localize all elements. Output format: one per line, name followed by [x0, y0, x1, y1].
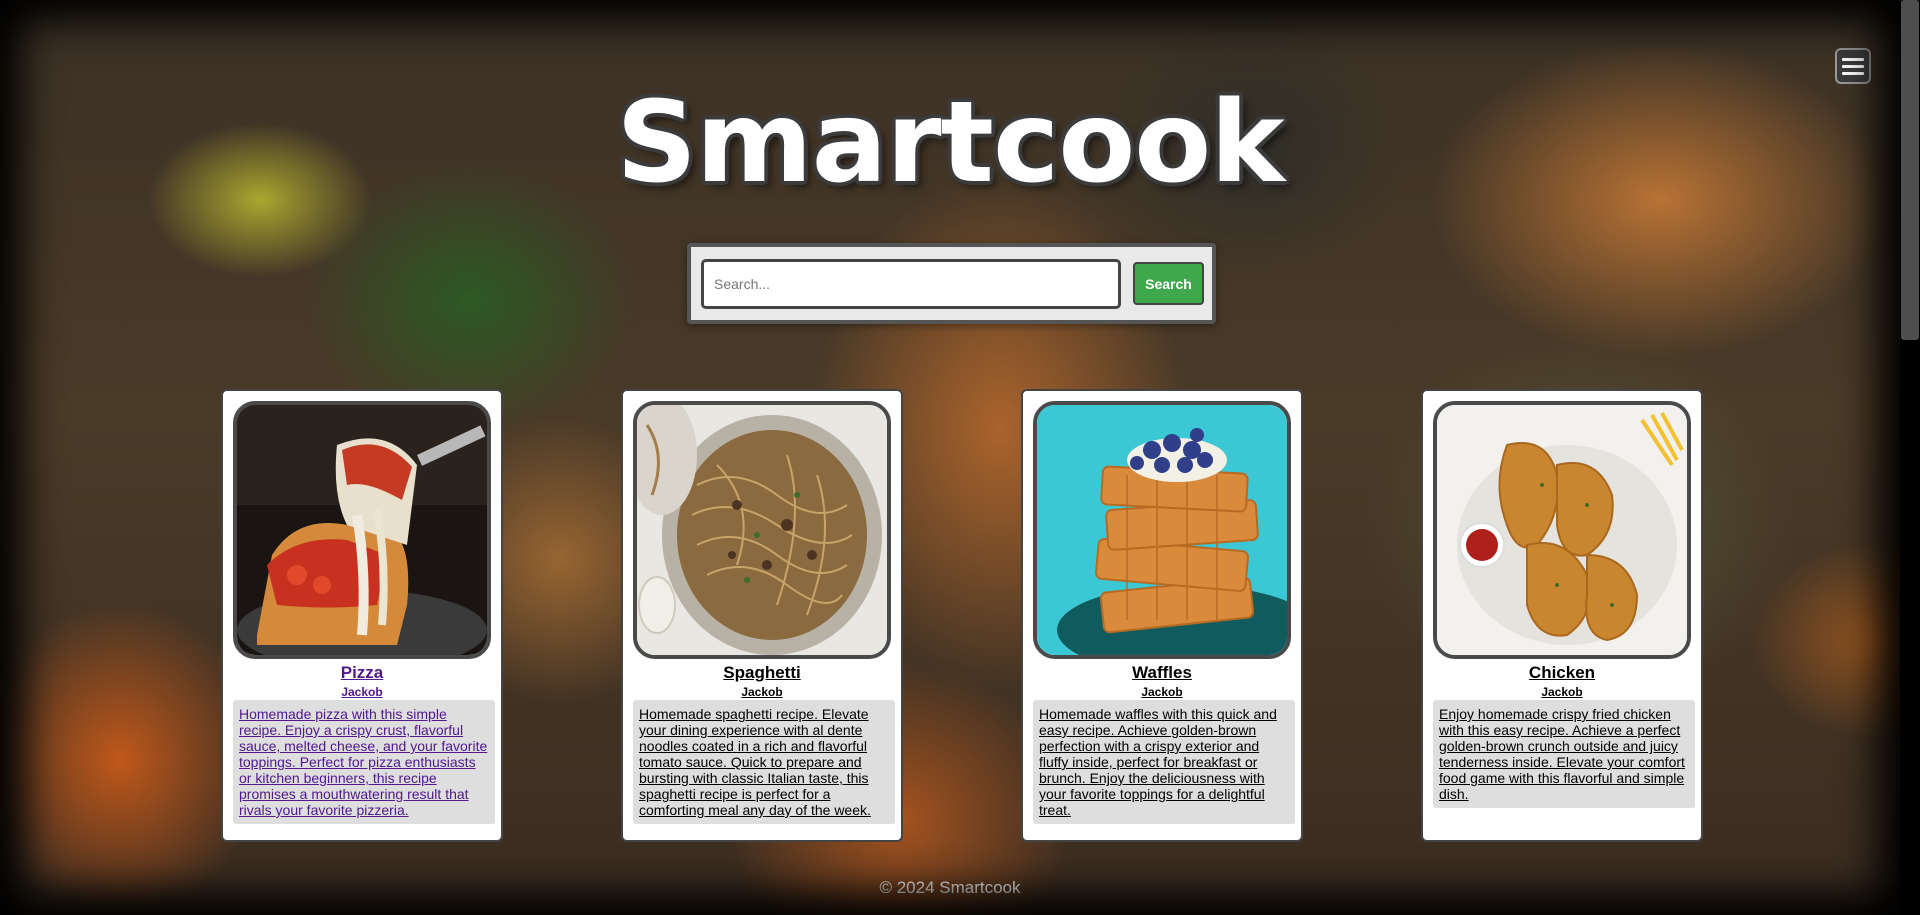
- recipe-description[interactable]: Enjoy homemade crispy fried chicken with…: [1433, 700, 1695, 808]
- page-background: Smartcook Search Pizza Jackob Hom: [0, 0, 1900, 915]
- pizza-photo[interactable]: [233, 401, 491, 659]
- spaghetti-photo[interactable]: [633, 401, 891, 659]
- recipe-title[interactable]: Waffles: [1023, 663, 1301, 683]
- recipe-author[interactable]: Jackob: [623, 685, 901, 699]
- recipe-card-pizza: Pizza Jackob Homemade pizza with this si…: [221, 389, 503, 842]
- recipe-author[interactable]: Jackob: [1023, 685, 1301, 699]
- recipe-title[interactable]: Chicken: [1423, 663, 1701, 683]
- search-input[interactable]: [701, 259, 1121, 309]
- fried-chicken-photo[interactable]: [1433, 401, 1691, 659]
- recipe-card-spaghetti: Spaghetti Jackob Homemade spaghetti reci…: [621, 389, 903, 842]
- recipe-description[interactable]: Homemade spaghetti recipe. Elevate your …: [633, 700, 895, 824]
- search-form: Search: [687, 243, 1216, 324]
- waffles-photo[interactable]: [1033, 401, 1291, 659]
- recipe-description[interactable]: Homemade waffles with this quick and eas…: [1033, 700, 1295, 824]
- footer-copyright: © 2024 Smartcook: [879, 878, 1021, 897]
- recipe-title[interactable]: Pizza: [223, 663, 501, 683]
- scrollbar-thumb[interactable]: [1901, 0, 1919, 340]
- recipe-title[interactable]: Spaghetti: [623, 663, 901, 683]
- recipe-author[interactable]: Jackob: [223, 685, 501, 699]
- search-button[interactable]: Search: [1133, 262, 1204, 305]
- recipe-description[interactable]: Homemade pizza with this simple recipe. …: [233, 700, 495, 824]
- recipe-author[interactable]: Jackob: [1423, 685, 1701, 699]
- recipe-card-waffles: Waffles Jackob Homemade waffles with thi…: [1021, 389, 1303, 842]
- site-title: Smartcook: [616, 78, 1284, 208]
- recipe-card-chicken: Chicken Jackob Enjoy homemade crispy fri…: [1421, 389, 1703, 842]
